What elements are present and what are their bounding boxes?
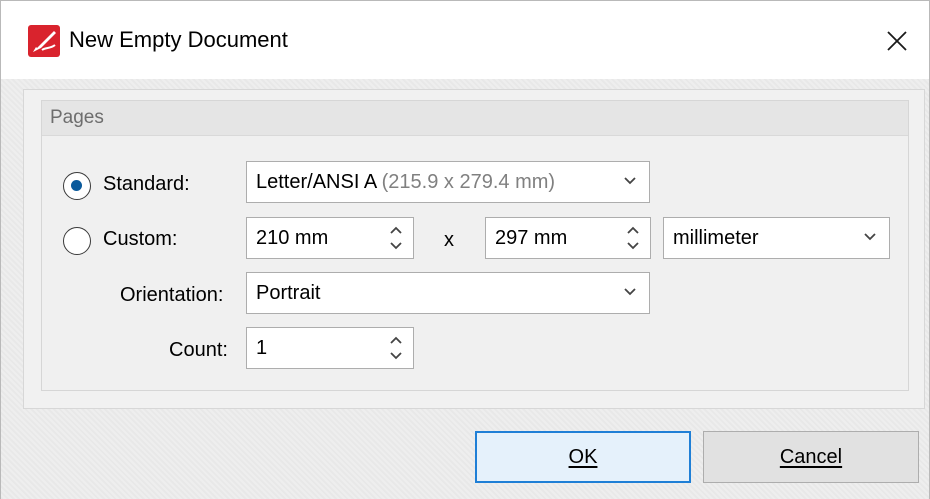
orientation-value: Portrait [256,282,321,304]
standard-size-detail: (215.9 x 279.4 mm) [381,171,556,193]
stepper-arrows-icon[interactable] [626,224,640,252]
unit-select[interactable]: millimeter [663,217,890,259]
dialog-title: New Empty Document [69,27,288,52]
orientation-select[interactable]: Portrait [246,272,650,314]
dimension-separator: x [444,229,454,251]
standard-label: Standard: [103,173,190,195]
chevron-down-icon [864,233,876,241]
custom-width-stepper[interactable]: 210 mm [246,217,414,259]
orientation-label: Orientation: [120,284,224,306]
stepper-arrows-icon[interactable] [389,224,403,252]
custom-height-stepper[interactable]: 297 mm [485,217,651,259]
standard-size-select[interactable]: Letter/ANSI A (215.9 x 279.4 mm) [246,161,650,203]
custom-width-value: 210 mm [256,227,329,249]
unit-value: millimeter [673,227,759,249]
pdf-editor-app-icon [28,25,60,57]
count-label: Count: [169,339,228,361]
custom-label: Custom: [103,228,178,250]
pages-group-title: Pages [50,107,104,128]
close-icon [887,31,907,51]
ok-button-label: OK [568,445,598,468]
close-button[interactable] [879,23,915,59]
title-bar: New Empty Document [1,1,929,79]
chevron-down-icon [624,177,636,185]
standard-radio[interactable] [63,172,91,200]
count-stepper[interactable]: 1 [246,327,414,369]
pages-group-header: Pages [42,101,908,136]
chevron-down-icon [624,288,636,296]
custom-radio[interactable] [63,227,91,255]
count-value: 1 [256,337,268,359]
stepper-arrows-icon[interactable] [389,334,403,362]
custom-height-value: 297 mm [495,227,568,249]
standard-size-value: Letter/ANSI A [256,171,377,193]
new-empty-document-dialog: New Empty Document Pages Standard: Lette… [0,0,930,499]
ok-button[interactable]: OK [475,431,691,483]
cancel-button-label: Cancel [779,445,843,468]
cancel-button[interactable]: Cancel [703,431,919,483]
